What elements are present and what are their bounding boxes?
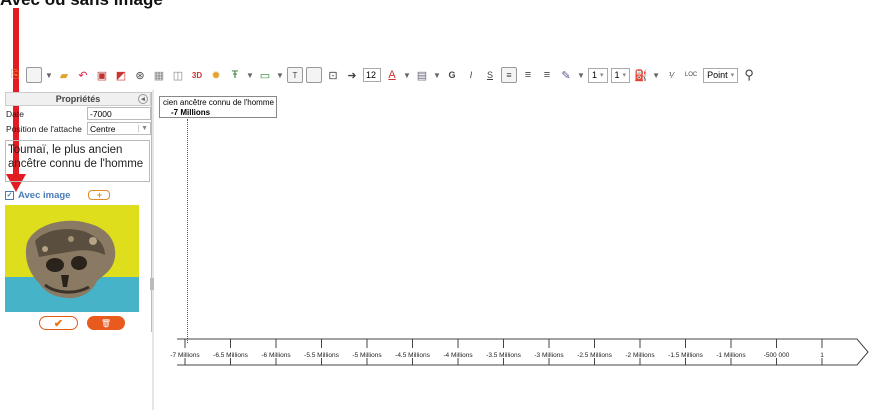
align-center-icon[interactable]: ≡ [520, 67, 536, 83]
underline-button[interactable]: S [482, 67, 498, 83]
add-image-button[interactable]: + [88, 190, 111, 200]
bold-button[interactable]: G [444, 67, 460, 83]
anchor-position-select[interactable]: Centre ▼ [87, 122, 151, 135]
event-connector [187, 119, 188, 343]
tick-label: -6 Millions [261, 352, 291, 359]
tick-label: -2.5 Millions [577, 352, 612, 359]
pdf-icon[interactable]: ◩ [113, 67, 129, 83]
chevron-down-icon: ▾ [730, 72, 735, 79]
tick-label: -500 000 [763, 352, 790, 359]
date-row: Date -7000 [5, 106, 151, 121]
chevron-down-icon[interactable]: ▼ [246, 71, 254, 80]
with-image-checkbox[interactable]: ✓ [5, 190, 14, 200]
3d-icon[interactable]: 3D [189, 67, 205, 83]
italic-button[interactable]: I [463, 67, 479, 83]
chevron-down-icon[interactable]: ▼ [652, 71, 660, 80]
chevron-down-icon[interactable]: ▼ [276, 71, 284, 80]
title-icon[interactable]: Ŧ [227, 67, 243, 83]
panel-splitter[interactable] [152, 90, 154, 410]
chevron-down-icon[interactable]: ▼ [403, 71, 411, 80]
tick-label: -6.5 Millions [213, 352, 248, 359]
panel-title: Propriétés [55, 94, 101, 104]
event-date: -7 Millions [171, 108, 211, 117]
timeline-axis: -7 Millions -6.5 Millions -6 Millions -5.5 … [170, 335, 869, 371]
chevron-down-icon[interactable]: ▼ [577, 71, 585, 80]
chevron-down-icon: ▾ [600, 72, 604, 79]
settings-icon[interactable]: ⊛ [132, 67, 148, 83]
arrow-right-icon[interactable]: ➜ [344, 67, 360, 83]
grid-icon[interactable]: ▦ [151, 67, 167, 83]
tick-label: -1.5 Millions [668, 352, 703, 359]
tick-label: -5 Millions [352, 352, 382, 359]
sun-icon[interactable]: ✹ [208, 67, 224, 83]
location-pin-icon[interactable]: ⚲ [741, 67, 757, 83]
tick-label: -4.5 Millions [395, 352, 430, 359]
date-input[interactable]: -7000 [87, 107, 151, 120]
align-left-icon[interactable]: ≡ [501, 67, 517, 83]
panel-actions: ✔ 🗑 [39, 316, 125, 330]
align-right-icon[interactable]: ≡ [539, 67, 555, 83]
frame-icon[interactable]: ▭ [257, 67, 273, 83]
new-icon[interactable]: ⎘ [7, 67, 23, 83]
tick-label: -4 Millions [443, 352, 473, 359]
anchor-position-row: Position de l'attache Centre ▼ [5, 121, 151, 136]
fraction-icon[interactable]: ⅟ [663, 67, 679, 83]
event-image [5, 205, 139, 312]
chevron-down-icon: ▾ [622, 72, 627, 79]
date-label: Date [6, 108, 24, 119]
unit-select-value: Point [707, 70, 728, 80]
chevron-down-icon: ▼ [138, 125, 148, 132]
line-width-select[interactable]: 1 ▾ [588, 67, 608, 83]
text-box-icon[interactable]: T [287, 67, 303, 83]
event-card[interactable]: cien ancêtre connu de l'homme -7 Million… [159, 96, 277, 118]
properties-panel: Propriétés ◂ Date -7000 Position de l'at… [5, 92, 152, 332]
tick-label: -3.5 Millions [486, 352, 521, 359]
chevron-down-icon[interactable]: ▼ [433, 71, 441, 80]
tick-label: -3 Millions [534, 352, 564, 359]
page-icon[interactable] [26, 67, 42, 83]
unit-select[interactable]: Point ▾ [703, 67, 739, 83]
anchor-position-value: Centre [90, 123, 116, 134]
font-color-icon[interactable]: A [384, 67, 400, 83]
tick-label: -7 Millions [170, 352, 200, 359]
fill-color-icon[interactable]: ▤ [414, 67, 430, 83]
with-image-label: Avec image [18, 189, 71, 201]
chevron-down-icon[interactable]: ▼ [45, 71, 53, 80]
event-title: cien ancêtre connu de l'homme [163, 98, 274, 107]
font-size-input[interactable]: 12 [363, 68, 381, 82]
tick-label: 1 [820, 352, 824, 359]
loc-icon[interactable]: LOC [682, 67, 700, 83]
anchor-position-label: Position de l'attache [6, 123, 82, 134]
line-style-value: 1 [614, 70, 620, 80]
chart-icon[interactable]: ◫ [170, 67, 186, 83]
collapse-icon[interactable]: ◂ [138, 94, 148, 104]
with-image-row: ✓ Avec image + [5, 188, 151, 202]
save-icon[interactable]: ▣ [94, 67, 110, 83]
tick-label: -1 Millions [716, 352, 746, 359]
description-textarea[interactable]: Toumaï, le plus ancien ancêtre connu de … [5, 140, 150, 182]
open-folder-icon[interactable]: ▰ [56, 67, 72, 83]
page-heading: Avec ou sans image [0, 0, 163, 10]
paint-bucket-icon[interactable]: ⛽ [633, 67, 649, 83]
line-width-value: 1 [592, 70, 598, 80]
line-style-select[interactable]: 1 ▾ [610, 67, 631, 83]
panel-header: Propriétés ◂ [5, 92, 151, 106]
rectangle-icon[interactable] [306, 67, 322, 83]
timeline-canvas[interactable]: cien ancêtre connu de l'homme -7 Million… [155, 90, 870, 410]
pen-icon[interactable]: ✎ [558, 67, 574, 83]
splitter-handle[interactable] [150, 278, 154, 290]
tick-label: -2 Millions [625, 352, 655, 359]
toolbar: ⎘ ▼ ▰ ↶ ▣ ◩ ⊛ ▦ ◫ 3D ✹ Ŧ ▼ ▭ ▼ T ⊡ ➜ 12 … [0, 62, 870, 88]
skull-illustration [25, 220, 116, 299]
validate-button[interactable]: ✔ [39, 316, 78, 330]
date-value: -7000 [90, 108, 112, 119]
undo-icon[interactable]: ↶ [75, 67, 91, 83]
delete-button[interactable]: 🗑 [87, 316, 125, 330]
image-icon[interactable]: ⊡ [325, 67, 341, 83]
tick-label: -5.5 Millions [304, 352, 339, 359]
